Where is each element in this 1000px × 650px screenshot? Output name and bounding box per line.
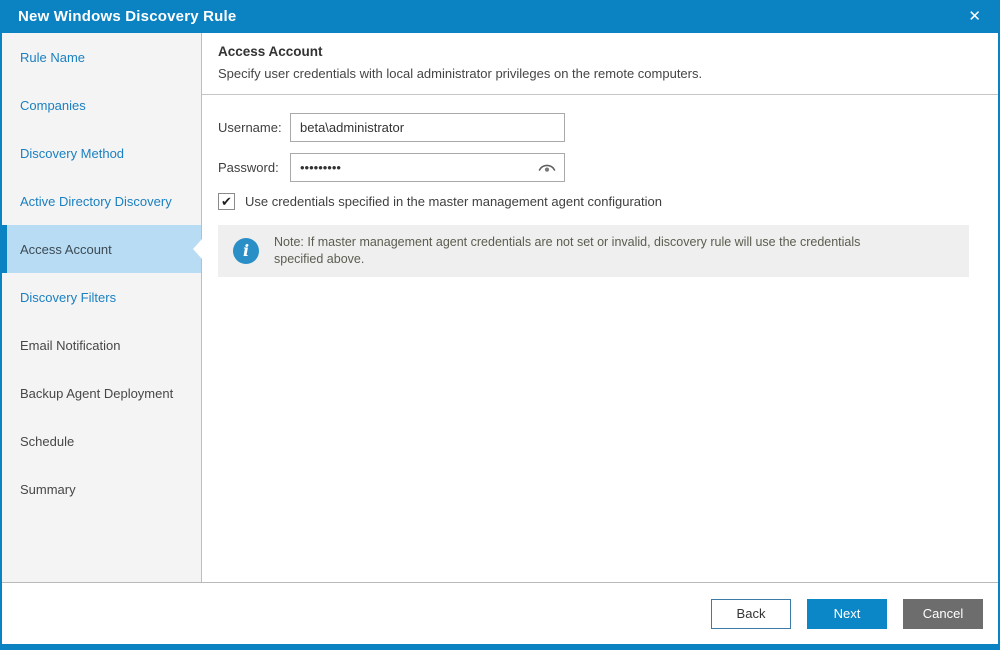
checkmark-icon: ✔ xyxy=(221,194,232,209)
wizard-steps-sidebar: Rule Name Companies Discovery Method Act… xyxy=(2,33,202,582)
cancel-button[interactable]: Cancel xyxy=(903,598,983,629)
sidebar-item-email-notification: Email Notification xyxy=(2,321,201,369)
step-label: Rule Name xyxy=(20,49,86,65)
credentials-form: Username: Password: xyxy=(202,95,998,277)
close-icon[interactable]: ✕ xyxy=(963,6,986,27)
password-input[interactable] xyxy=(290,153,565,182)
username-input-wrap xyxy=(290,113,565,142)
dialog-title: New Windows Discovery Rule xyxy=(18,8,237,25)
back-button[interactable]: Back xyxy=(711,598,791,629)
note-text: Note: If master management agent credent… xyxy=(274,235,861,266)
step-label: Companies xyxy=(20,97,86,113)
sidebar-item-companies[interactable]: Companies xyxy=(2,81,201,129)
step-content: Access Account Specify user credentials … xyxy=(202,33,998,582)
master-credentials-checkbox-row[interactable]: ✔ Use credentials specified in the maste… xyxy=(218,193,982,210)
sidebar-item-schedule: Schedule xyxy=(2,417,201,465)
username-label: Username: xyxy=(218,120,282,135)
sidebar-item-backup-agent-deployment: Backup Agent Deployment xyxy=(2,369,201,417)
new-windows-discovery-rule-dialog: New Windows Discovery Rule ✕ Rule Name C… xyxy=(0,0,1000,650)
step-header: Access Account Specify user credentials … xyxy=(202,33,998,95)
step-label: Schedule xyxy=(20,433,75,449)
page-description: Specify user credentials with local admi… xyxy=(218,66,703,81)
next-button[interactable]: Next xyxy=(807,598,887,629)
step-label: Backup Agent Deployment xyxy=(20,385,174,401)
step-label: Active Directory Discovery xyxy=(20,193,172,209)
step-label: Email Notification xyxy=(20,337,121,353)
sidebar-item-discovery-method[interactable]: Discovery Method xyxy=(2,129,201,177)
info-icon: i xyxy=(233,237,259,264)
dialog-body: Rule Name Companies Discovery Method Act… xyxy=(2,33,998,583)
page-title: Access Account xyxy=(218,44,323,59)
username-row: Username: xyxy=(218,113,982,142)
master-credentials-checkbox[interactable]: ✔ xyxy=(218,193,235,210)
step-label: Discovery Method xyxy=(20,145,125,161)
password-label: Password: xyxy=(218,160,279,175)
show-password-icon[interactable] xyxy=(537,161,557,175)
title-bar: New Windows Discovery Rule ✕ xyxy=(2,0,998,33)
sidebar-item-rule-name[interactable]: Rule Name xyxy=(2,33,201,81)
sidebar-item-summary: Summary xyxy=(2,465,201,513)
note-panel: i Note: If master management agent crede… xyxy=(218,225,969,277)
step-label: Access Account xyxy=(20,241,112,257)
sidebar-item-access-account[interactable]: Access Account xyxy=(2,225,202,273)
sidebar-item-discovery-filters[interactable]: Discovery Filters xyxy=(2,273,201,321)
info-icon-glyph: i xyxy=(242,241,250,261)
password-input-wrap xyxy=(290,153,565,182)
password-row: Password: xyxy=(218,153,982,182)
dialog-footer: Back Next Cancel xyxy=(2,583,998,644)
username-input[interactable] xyxy=(290,113,565,142)
sidebar-item-active-directory-discovery[interactable]: Active Directory Discovery xyxy=(2,177,201,225)
step-label: Discovery Filters xyxy=(20,289,117,305)
master-credentials-checkbox-label: Use credentials specified in the master … xyxy=(245,194,662,209)
step-label: Summary xyxy=(20,481,76,497)
